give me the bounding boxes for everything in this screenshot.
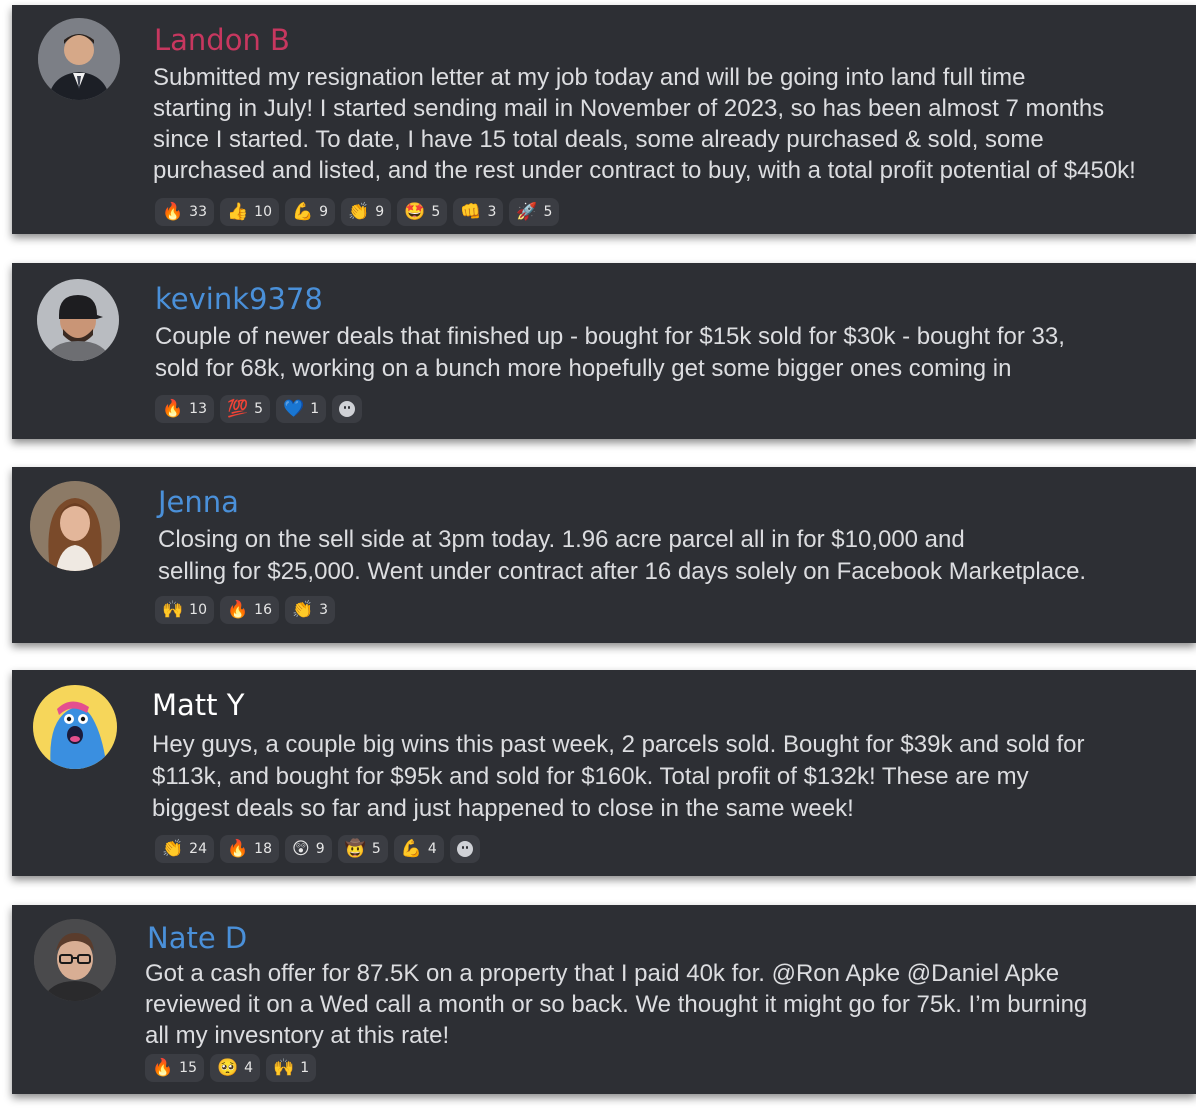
avatar[interactable] — [38, 18, 120, 100]
message-text: Submitted my resignation letter at my jo… — [153, 64, 1136, 184]
hundred-points-icon: 💯 — [227, 398, 249, 419]
reaction-clap[interactable]: 👏 9 — [341, 198, 392, 226]
reaction-count: 5 — [254, 401, 264, 417]
message-card: Nate D Got a cash offer for 87.5K on a p… — [12, 905, 1196, 1094]
reaction-bar: 🙌 10 🔥 16 👏 3 — [155, 596, 336, 624]
reaction-bar: 🔥 13 💯 5 💙 1 — [155, 395, 363, 423]
username[interactable]: Matt Y — [152, 691, 244, 720]
reaction-count: 3 — [487, 204, 497, 220]
add-reaction-button[interactable] — [449, 835, 480, 863]
message-text: Closing on the sell side at 3pm today. 1… — [158, 526, 1087, 585]
pleading-face-icon: 🥺 — [217, 1057, 239, 1078]
reaction-count: 18 — [254, 841, 272, 857]
reaction-raised-hands[interactable]: 🙌 10 — [155, 596, 214, 624]
man-with-cap-avatar-icon — [37, 279, 119, 361]
reaction-count: 4 — [244, 1060, 254, 1076]
fire-icon: 🔥 — [152, 1057, 174, 1078]
man-with-glasses-avatar-icon — [34, 919, 116, 1001]
reaction-count: 5 — [371, 841, 381, 857]
reaction-hundred[interactable]: 💯 5 — [220, 395, 271, 423]
reaction-count: 9 — [319, 204, 329, 220]
reaction-bar: 👏 24 🔥 18 😲 9 🤠 5 💪 4 — [155, 835, 480, 863]
fist-bump-icon: 👊 — [460, 201, 482, 222]
reaction-fire[interactable]: 🔥 18 — [220, 835, 279, 863]
reaction-fist[interactable]: 👊 3 — [453, 198, 504, 226]
reaction-count: 9 — [315, 841, 325, 857]
cowboy-face-icon: 🤠 — [344, 838, 366, 859]
reaction-clap[interactable]: 👏 24 — [155, 835, 214, 863]
reaction-rocket[interactable]: 🚀 5 — [509, 198, 560, 226]
reaction-count: 10 — [254, 204, 272, 220]
fire-icon: 🔥 — [227, 838, 249, 859]
fire-icon: 🔥 — [162, 201, 184, 222]
fire-icon: 🔥 — [227, 599, 249, 620]
avatar[interactable] — [34, 919, 116, 1001]
muscle-icon: 💪 — [400, 838, 422, 859]
fire-icon: 🔥 — [162, 398, 184, 419]
username[interactable]: Jenna — [158, 488, 239, 517]
avatar[interactable] — [30, 481, 120, 571]
message-card: Matt Y Hey guys, a couple big wins this … — [12, 670, 1196, 876]
clap-icon: 👏 — [162, 838, 184, 859]
raised-hands-icon: 🙌 — [162, 599, 184, 620]
avatar[interactable] — [33, 685, 117, 769]
clap-icon: 👏 — [348, 201, 370, 222]
reaction-bar: 🔥 15 🥺 4 🙌 1 — [145, 1054, 317, 1082]
reaction-fire[interactable]: 🔥 13 — [155, 395, 214, 423]
reaction-count: 1 — [300, 1060, 310, 1076]
username[interactable]: Landon B — [154, 26, 290, 55]
message-card: kevink9378 Couple of newer deals that fi… — [12, 263, 1196, 439]
thumbs-up-icon: 👍 — [227, 201, 249, 222]
reaction-muscle[interactable]: 💪 9 — [285, 198, 336, 226]
woman-portrait-avatar-icon — [30, 481, 120, 571]
reaction-count: 1 — [310, 401, 320, 417]
add-reaction-button[interactable] — [332, 395, 363, 423]
add-reaction-icon — [339, 401, 356, 417]
reaction-count: 9 — [375, 204, 385, 220]
reaction-count: 5 — [431, 204, 441, 220]
muscle-icon: 💪 — [292, 201, 314, 222]
reaction-clap[interactable]: 👏 3 — [285, 596, 336, 624]
message-text: Hey guys, a couple big wins this past we… — [152, 731, 1085, 822]
reaction-star-struck[interactable]: 🤩 5 — [397, 198, 448, 226]
reaction-count: 4 — [427, 841, 437, 857]
man-in-suit-avatar-icon — [38, 18, 120, 100]
reaction-muscle[interactable]: 💪 4 — [393, 835, 444, 863]
clap-icon: 👏 — [292, 599, 314, 620]
reaction-count: 15 — [179, 1060, 197, 1076]
rocket-icon: 🚀 — [516, 201, 538, 222]
reaction-count: 16 — [254, 602, 272, 618]
reaction-count: 10 — [189, 602, 207, 618]
reaction-bar: 🔥 33 👍 10 💪 9 👏 9 🤩 5 👊 3 🚀 5 — [155, 198, 560, 226]
reaction-count: 5 — [543, 204, 553, 220]
reaction-raised-hands[interactable]: 🙌 1 — [266, 1054, 317, 1082]
reaction-astonished[interactable]: 😲 9 — [285, 835, 332, 863]
reaction-thumbs-up[interactable]: 👍 10 — [220, 198, 279, 226]
message-text: Couple of newer deals that finished up -… — [155, 323, 1065, 382]
add-reaction-icon — [456, 841, 473, 857]
astonished-face-icon: 😲 — [292, 838, 310, 859]
message-card: Landon B Submitted my resignation letter… — [12, 5, 1196, 234]
star-struck-icon: 🤩 — [404, 201, 426, 222]
message-card: Jenna Closing on the sell side at 3pm to… — [12, 467, 1196, 643]
reaction-pleading[interactable]: 🥺 4 — [210, 1054, 261, 1082]
message-text: Got a cash offer for 87.5K on a property… — [145, 960, 1088, 1049]
username[interactable]: Nate D — [147, 924, 247, 953]
raised-hands-icon: 🙌 — [273, 1057, 295, 1078]
username[interactable]: kevink9378 — [155, 285, 323, 314]
reaction-fire[interactable]: 🔥 33 — [155, 198, 214, 226]
reaction-count: 24 — [189, 841, 207, 857]
reaction-fire[interactable]: 🔥 15 — [145, 1054, 204, 1082]
avatar[interactable] — [37, 279, 119, 361]
reaction-count: 33 — [189, 204, 207, 220]
reaction-count: 13 — [189, 401, 207, 417]
blue-heart-icon: 💙 — [283, 398, 305, 419]
reaction-fire[interactable]: 🔥 16 — [220, 596, 279, 624]
reaction-blue-heart[interactable]: 💙 1 — [276, 395, 327, 423]
blue-cartoon-avatar-icon — [33, 685, 117, 769]
reaction-count: 3 — [319, 602, 329, 618]
reaction-cowboy[interactable]: 🤠 5 — [337, 835, 388, 863]
